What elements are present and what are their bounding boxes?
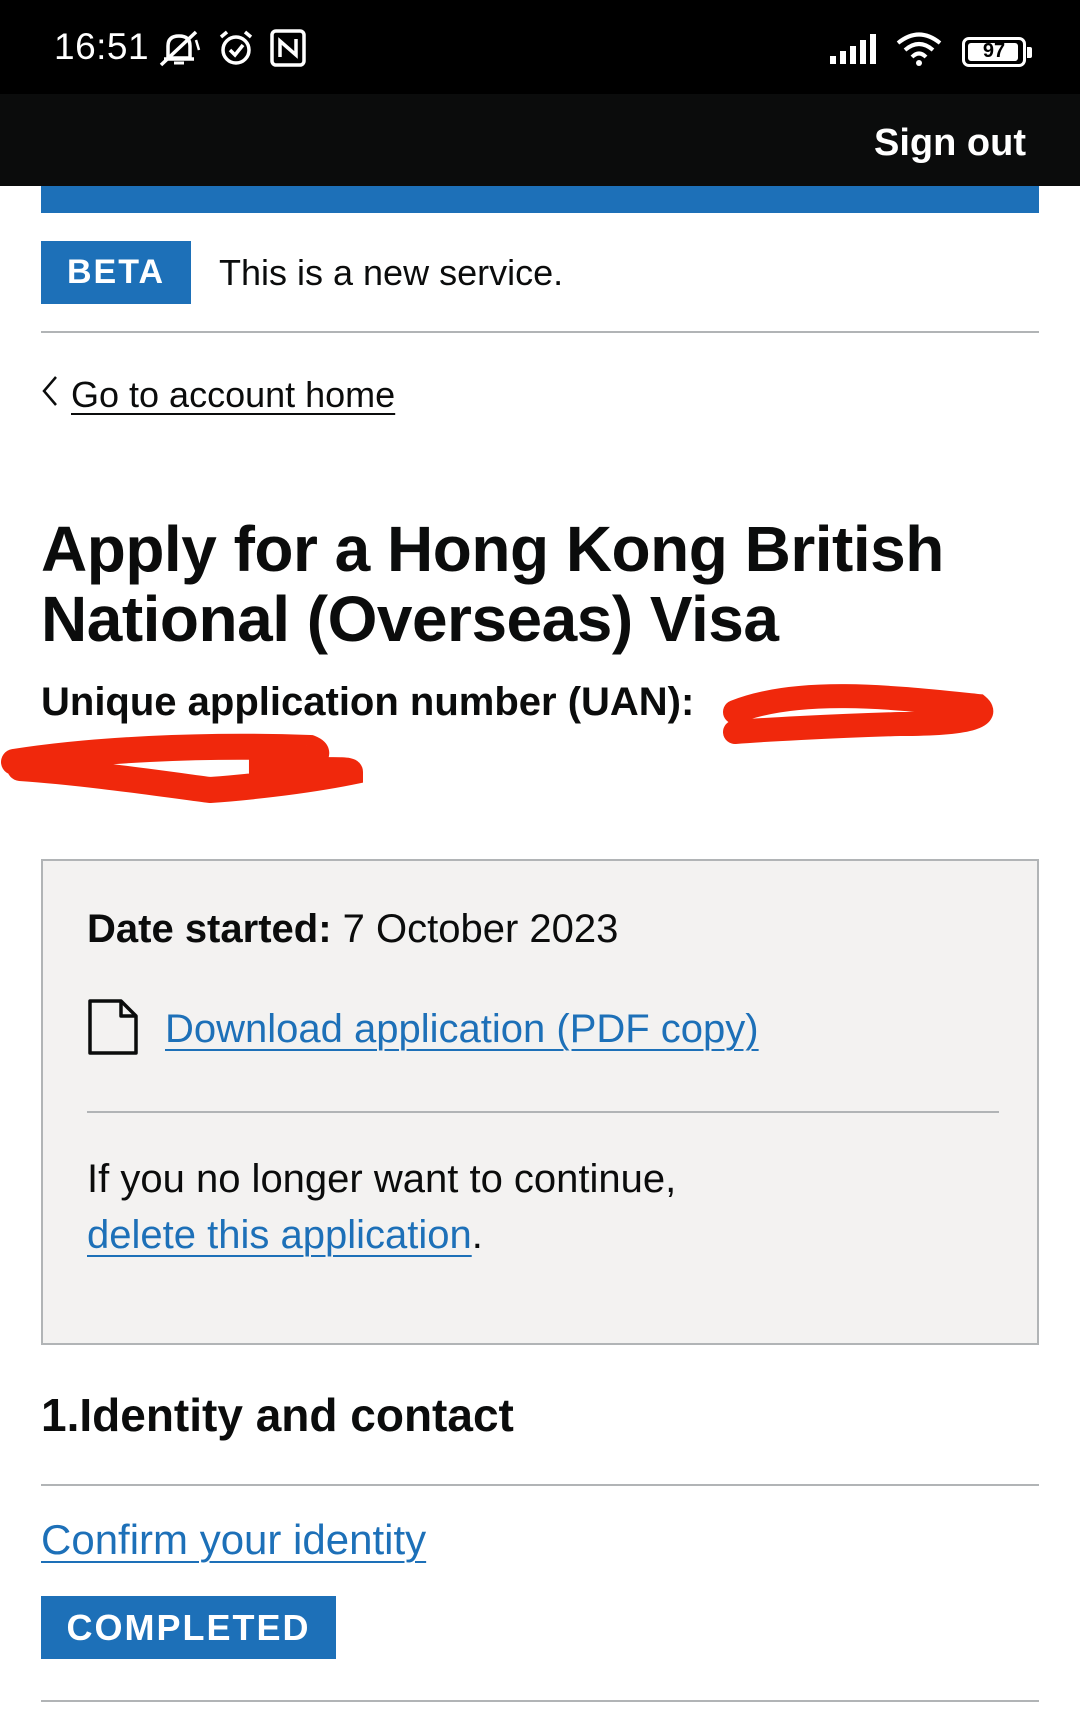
back-link[interactable]: Go to account home: [41, 370, 395, 420]
sign-out-link[interactable]: Sign out: [874, 122, 1026, 165]
download-row: Download application (PDF copy): [87, 998, 759, 1061]
delete-application-text: If you no longer want to continue, delet…: [87, 1151, 987, 1263]
chevron-left-icon: [41, 374, 59, 417]
nfc-icon: [270, 29, 306, 72]
site-header: Sign out: [0, 94, 1080, 186]
continue-text: If you no longer want to continue,: [87, 1157, 677, 1201]
alarm-icon: [216, 28, 256, 73]
back-link-label: Go to account home: [71, 374, 396, 415]
date-started-label: Date started:: [87, 907, 332, 951]
phase-banner: BETA This is a new service.: [41, 241, 1039, 333]
header-accent-bar: [41, 186, 1039, 213]
battery-level: 97: [982, 40, 1006, 62]
status-icons-left: [156, 28, 306, 73]
status-bar: 16:51 97: [0, 0, 1080, 94]
uan-label: Unique application number (UAN):: [41, 680, 695, 724]
delete-application-link[interactable]: delete this application: [87, 1213, 472, 1257]
signal-icon: [830, 34, 876, 69]
beta-tag: BETA: [41, 241, 191, 304]
delete-suffix: .: [471, 1213, 483, 1257]
section-divider: [41, 1484, 1039, 1486]
battery-cap: [1027, 46, 1032, 58]
application-summary-box: Date started: 7 October 2023 Download ap…: [41, 859, 1039, 1345]
date-started-value: 7 October 2023: [342, 907, 619, 951]
wifi-icon: [896, 32, 942, 71]
page-title: Apply for a Hong Kong British National (…: [41, 513, 944, 655]
document-icon: [87, 998, 139, 1061]
notifications-muted-icon: [156, 28, 202, 73]
task-divider: [41, 1700, 1039, 1702]
date-started: Date started: 7 October 2023: [87, 907, 618, 952]
battery-icon: 97: [962, 36, 1032, 67]
download-application-link[interactable]: Download application (PDF copy): [165, 1007, 759, 1052]
status-icons-right: 97: [830, 32, 1032, 71]
section-heading: 1.Identity and contact: [41, 1389, 514, 1441]
status-badge: COMPLETED: [41, 1596, 336, 1659]
confirm-identity-link[interactable]: Confirm your identity: [41, 1516, 426, 1564]
status-time: 16:51: [54, 26, 150, 67]
box-divider: [87, 1111, 999, 1113]
phase-banner-text: This is a new service.: [219, 252, 564, 293]
